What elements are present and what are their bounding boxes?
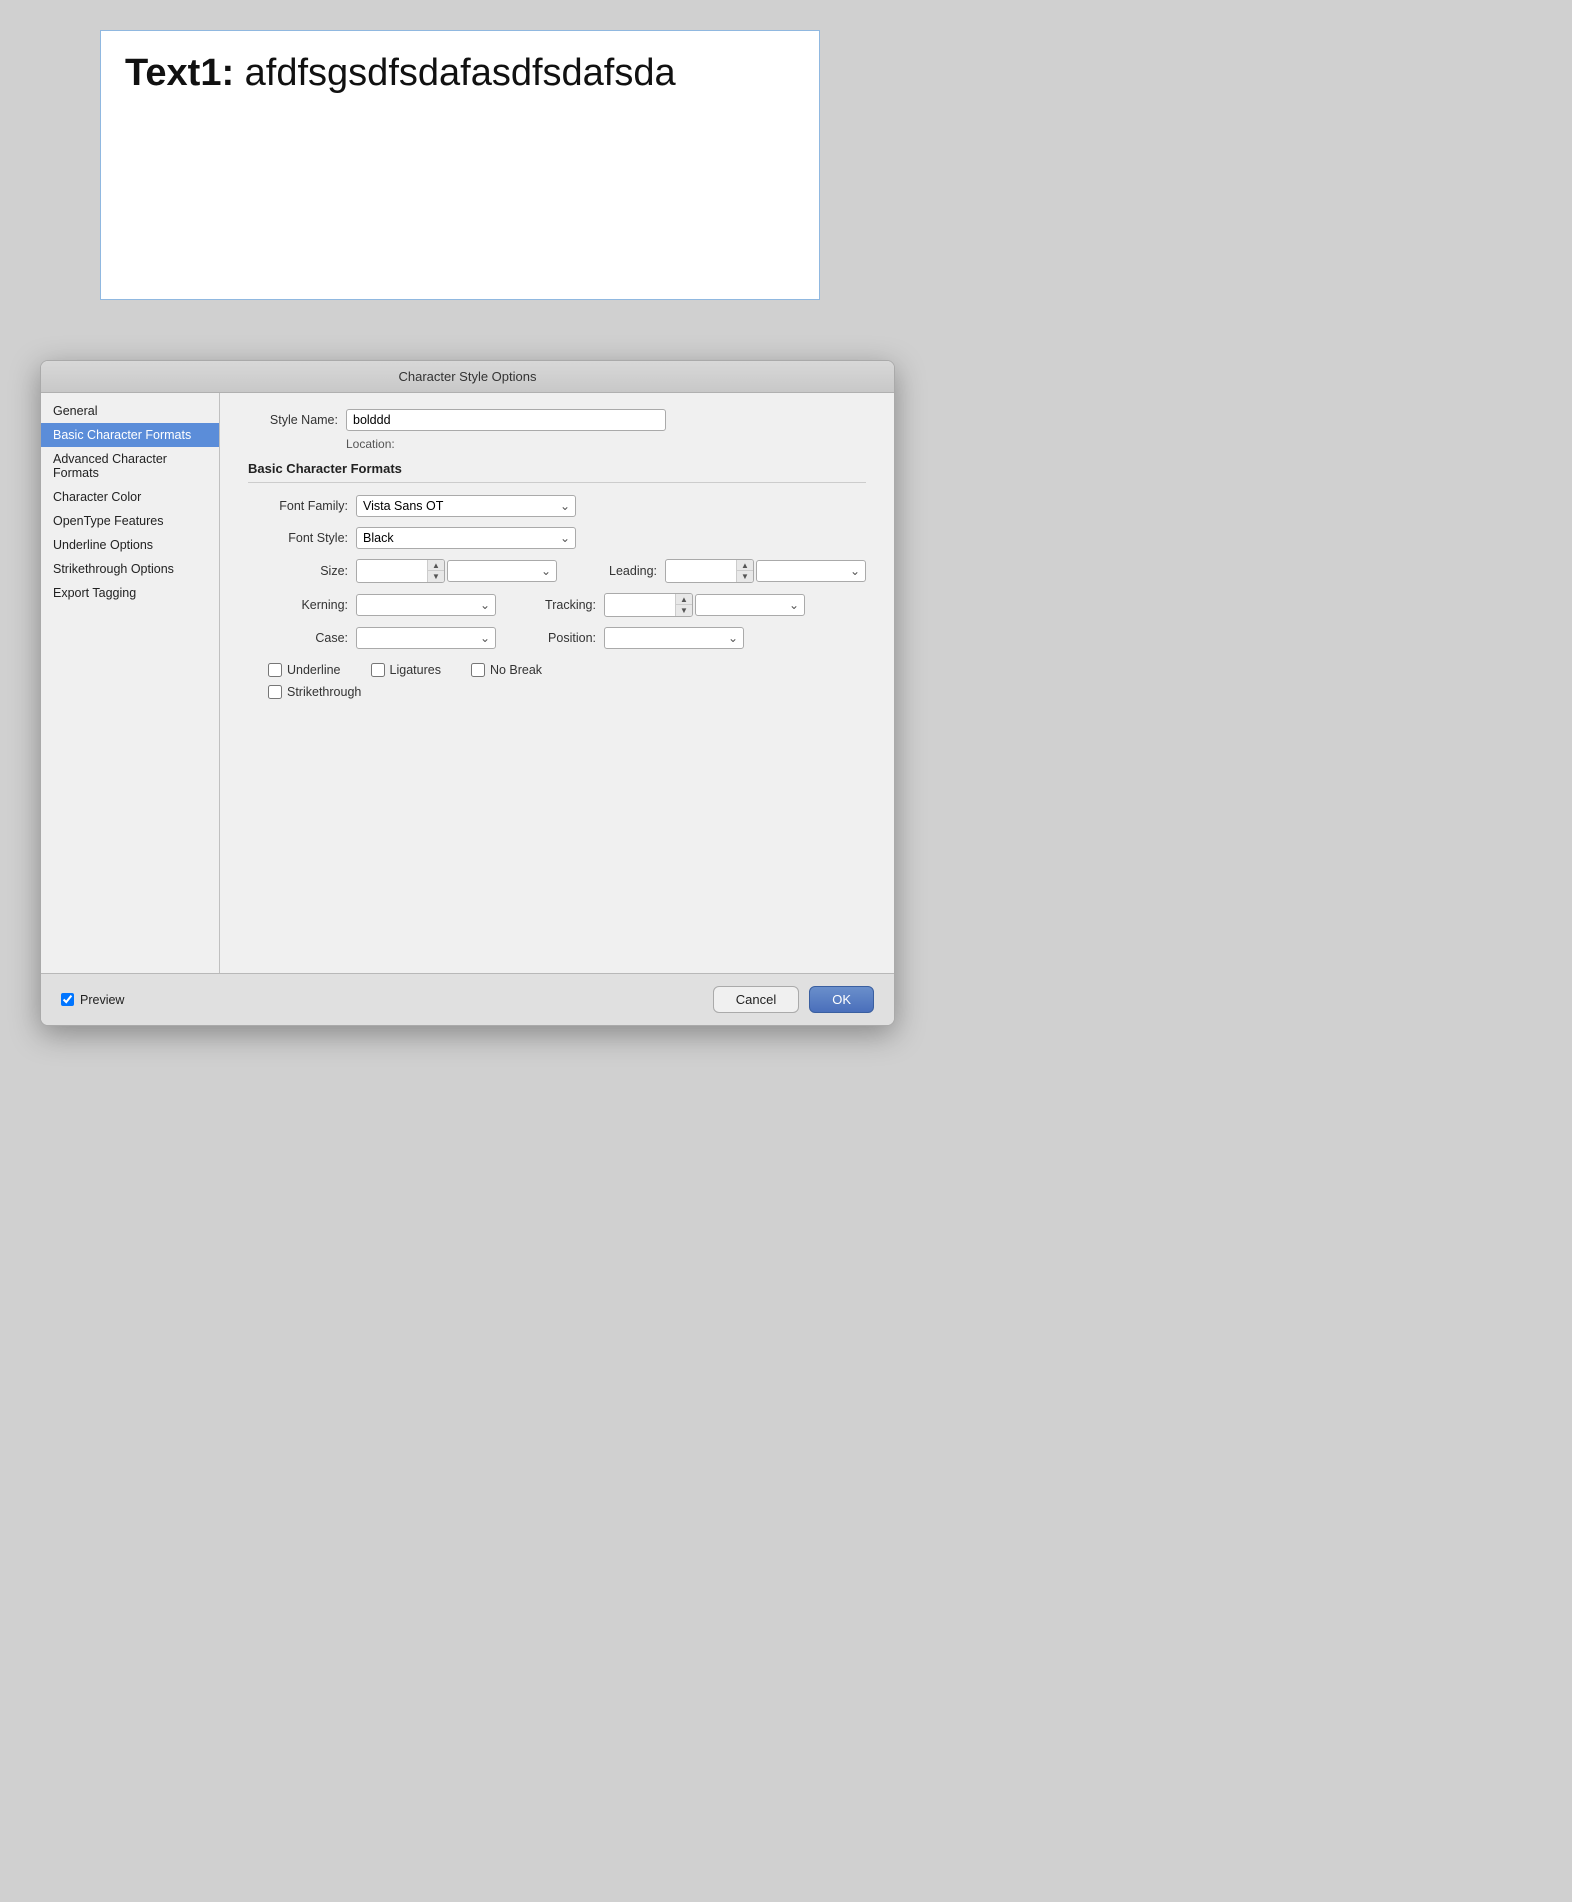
strikethrough-checkbox[interactable] [268, 685, 282, 699]
text-preview-container: Text1: afdfsgsdfsdafasdfsdafsda [100, 30, 820, 300]
text-preview-bold: Text1: [125, 52, 234, 94]
dialog-titlebar: Character Style Options [41, 361, 894, 393]
no-break-checkbox-item[interactable]: No Break [471, 663, 542, 677]
size-spinner-buttons: ▲ ▼ [427, 560, 444, 582]
underline-label: Underline [287, 663, 341, 677]
kerning-label: Kerning: [248, 598, 348, 612]
font-style-row: Font Style: Black [248, 527, 866, 549]
case-position-row: Case: Position: [248, 627, 866, 649]
tracking-unit-select-wrapper[interactable] [695, 594, 805, 616]
case-select-wrapper[interactable] [356, 627, 496, 649]
sidebar-item-advanced-character-formats[interactable]: Advanced Character Formats [41, 447, 219, 485]
font-style-label: Font Style: [248, 531, 348, 545]
tracking-spinner-buttons: ▲ ▼ [675, 594, 692, 616]
leading-label: Leading: [577, 564, 657, 578]
leading-unit-select-wrapper[interactable] [756, 560, 866, 582]
kerning-select-wrapper[interactable] [356, 594, 496, 616]
font-style-select-wrapper[interactable]: Black [356, 527, 576, 549]
leading-unit-select[interactable] [756, 560, 866, 582]
sidebar-item-opentype-features[interactable]: OpenType Features [41, 509, 219, 533]
kerning-tracking-row: Kerning: Tracking: ▲ ▼ [248, 593, 866, 617]
text-preview-normal: afdfsgsdfsdafasdfsdafsda [234, 52, 676, 94]
style-name-label: Style Name: [248, 413, 338, 427]
leading-spinner-buttons: ▲ ▼ [736, 560, 753, 582]
tracking-decrement-button[interactable]: ▼ [676, 605, 692, 616]
kerning-select[interactable] [356, 594, 496, 616]
leading-spinner[interactable]: ▲ ▼ [665, 559, 754, 583]
sidebar-item-export-tagging[interactable]: Export Tagging [41, 581, 219, 605]
font-family-row: Font Family: Vista Sans OT [248, 495, 866, 517]
size-label: Size: [248, 564, 348, 578]
tracking-spinner[interactable]: ▲ ▼ [604, 593, 693, 617]
preview-label: Preview [80, 993, 124, 1007]
no-break-checkbox[interactable] [471, 663, 485, 677]
strikethrough-checkbox-item[interactable]: Strikethrough [268, 685, 361, 699]
tracking-input[interactable] [605, 595, 675, 615]
location-row: Location: [248, 437, 866, 451]
ligatures-checkbox[interactable] [371, 663, 385, 677]
tracking-unit-select[interactable] [695, 594, 805, 616]
size-spinner[interactable]: ▲ ▼ [356, 559, 445, 583]
dialog-title: Character Style Options [398, 369, 536, 384]
tracking-increment-button[interactable]: ▲ [676, 594, 692, 605]
leading-increment-button[interactable]: ▲ [737, 560, 753, 571]
sidebar-item-strikethrough-options[interactable]: Strikethrough Options [41, 557, 219, 581]
leading-input[interactable] [666, 561, 736, 581]
main-content: Style Name: Location: Basic Character Fo… [220, 393, 894, 973]
character-style-dialog: Character Style Options General Basic Ch… [40, 360, 895, 1026]
style-name-row: Style Name: [248, 409, 866, 431]
size-input[interactable] [357, 561, 427, 581]
size-leading-row: Size: ▲ ▼ Leading: ▲ [248, 559, 866, 583]
underline-checkbox[interactable] [268, 663, 282, 677]
text-preview-content: Text1: afdfsgsdfsdafasdfsdafsda [125, 51, 795, 97]
no-break-label: No Break [490, 663, 542, 677]
ok-button[interactable]: OK [809, 986, 874, 1013]
font-style-select[interactable]: Black [356, 527, 576, 549]
dialog-body: General Basic Character Formats Advanced… [41, 393, 894, 973]
underline-checkbox-item[interactable]: Underline [268, 663, 341, 677]
section-title: Basic Character Formats [248, 461, 866, 483]
case-select[interactable] [356, 627, 496, 649]
style-name-input[interactable] [346, 409, 666, 431]
cancel-button[interactable]: Cancel [713, 986, 799, 1013]
location-label: Location: [346, 437, 395, 451]
position-label: Position: [516, 631, 596, 645]
preview-checkbox-item[interactable]: Preview [61, 993, 124, 1007]
strikethrough-label: Strikethrough [287, 685, 361, 699]
sidebar-item-character-color[interactable]: Character Color [41, 485, 219, 509]
ligatures-label: Ligatures [390, 663, 441, 677]
size-increment-button[interactable]: ▲ [428, 560, 444, 571]
sidebar: General Basic Character Formats Advanced… [41, 393, 220, 973]
ligatures-checkbox-item[interactable]: Ligatures [371, 663, 441, 677]
case-label: Case: [248, 631, 348, 645]
checkbox-group-1: Underline Ligatures No Break [268, 663, 866, 677]
font-family-select-wrapper[interactable]: Vista Sans OT [356, 495, 576, 517]
position-select[interactable] [604, 627, 744, 649]
font-family-label: Font Family: [248, 499, 348, 513]
sidebar-item-general[interactable]: General [41, 399, 219, 423]
size-decrement-button[interactable]: ▼ [428, 571, 444, 582]
footer-buttons: Cancel OK [713, 986, 874, 1013]
preview-checkbox[interactable] [61, 993, 74, 1006]
dialog-footer: Preview Cancel OK [41, 973, 894, 1025]
font-family-select[interactable]: Vista Sans OT [356, 495, 576, 517]
size-unit-select[interactable] [447, 560, 557, 582]
tracking-label: Tracking: [516, 598, 596, 612]
position-select-wrapper[interactable] [604, 627, 744, 649]
sidebar-item-underline-options[interactable]: Underline Options [41, 533, 219, 557]
leading-decrement-button[interactable]: ▼ [737, 571, 753, 582]
size-unit-select-wrapper[interactable] [447, 560, 557, 582]
sidebar-item-basic-character-formats[interactable]: Basic Character Formats [41, 423, 219, 447]
checkbox-group-2: Strikethrough [268, 685, 866, 699]
